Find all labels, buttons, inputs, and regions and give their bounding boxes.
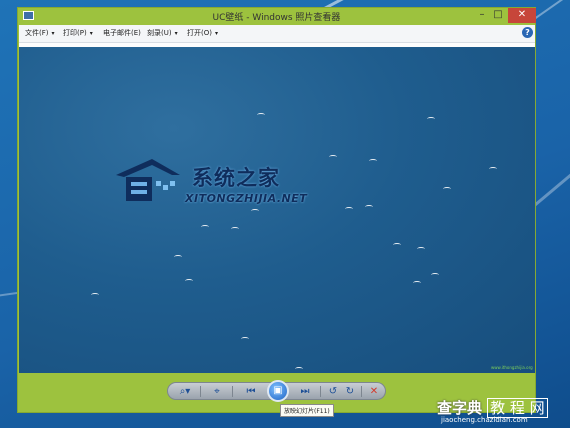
seagull <box>329 155 337 159</box>
seagull <box>185 279 193 283</box>
previous-button[interactable]: ⏮ <box>242 385 260 398</box>
photo-caption: www.ithongzhijia.org <box>491 365 533 370</box>
watermark-url: jiaocheng.chazidian.com <box>441 416 528 424</box>
seagull <box>174 255 182 259</box>
menu-print[interactable]: 打印(P) ▾ <box>63 28 93 38</box>
actual-size-icon[interactable]: ⌖ <box>210 385 224 398</box>
delete-icon[interactable]: ✕ <box>367 385 381 398</box>
menu-print-label: 打印(P) <box>63 29 87 37</box>
maximize-button[interactable]: □ <box>490 8 506 23</box>
seagull <box>489 167 497 171</box>
menu-email[interactable]: 电子邮件(E) <box>103 28 141 38</box>
divider <box>200 386 201 397</box>
seagull <box>345 207 353 211</box>
seagull <box>413 281 421 285</box>
zoom-icon[interactable]: ⌕▾ <box>176 385 194 398</box>
playback-controls: ⌕▾ ⌖ ⏮ ▣ ⏭ ↺ ↻ ✕ <box>167 380 386 402</box>
seagull <box>295 367 303 371</box>
window-title: UC壁纸 - Windows 照片查看器 <box>212 13 341 23</box>
watermark-sub: 教 程 网 <box>487 398 548 418</box>
seagull <box>201 225 209 229</box>
chevron-down-icon: ▾ <box>214 30 218 37</box>
xitongzhijia-logo-icon <box>116 159 180 201</box>
minimize-button[interactable]: – <box>474 8 490 23</box>
divider <box>320 386 321 397</box>
site-watermark: 查字典 教 程 网 <box>437 397 548 418</box>
seagull <box>369 159 377 163</box>
rotate-ccw-icon[interactable]: ↺ <box>326 385 340 398</box>
watermark-main: 查字典 <box>437 399 483 417</box>
help-icon[interactable]: ? <box>522 27 533 38</box>
slideshow-button[interactable]: ▣ <box>267 380 289 402</box>
seagull <box>393 243 401 247</box>
menu-burn-label: 刻录(U) <box>147 29 172 37</box>
seagull <box>91 293 99 297</box>
title-bar[interactable]: UC壁纸 - Windows 照片查看器 – □ ✕ <box>18 8 536 24</box>
menu-open[interactable]: 打开(O) ▾ <box>187 28 218 38</box>
menu-file[interactable]: 文件(F) ▾ <box>25 28 55 38</box>
seagull <box>257 113 265 117</box>
seagull <box>431 273 439 277</box>
chevron-down-icon: ▾ <box>89 30 93 37</box>
rotate-cw-icon[interactable]: ↻ <box>343 385 357 398</box>
displayed-photo: 系统之家 XITONGZHIJIA.NET www.ithongzhijia.o… <box>19 47 535 373</box>
seagull <box>427 117 435 121</box>
menu-bar: 文件(F) ▾ 打印(P) ▾ 电子邮件(E) 刻录(U) ▾ 打开(O) ▾ ? <box>19 25 535 43</box>
seagull <box>251 209 259 213</box>
menu-burn[interactable]: 刻录(U) ▾ <box>147 28 178 38</box>
close-button[interactable]: ✕ <box>508 8 536 23</box>
watermark-logo-text: 系统之家 <box>192 166 280 190</box>
menu-file-label: 文件(F) <box>25 29 49 37</box>
chevron-down-icon: ▾ <box>174 30 178 37</box>
divider <box>232 386 233 397</box>
seagull <box>241 337 249 341</box>
slideshow-tooltip: 放映幻灯片(F11) <box>280 404 334 417</box>
divider <box>361 386 362 397</box>
seagull <box>443 187 451 191</box>
watermark-logo-domain: XITONGZHIJIA.NET <box>185 192 308 205</box>
photo-viewer-window: UC壁纸 - Windows 照片查看器 – □ ✕ 文件(F) ▾ 打印(P) ▾… <box>17 7 536 417</box>
seagull <box>417 247 425 251</box>
menu-open-label: 打开(O) <box>187 29 212 37</box>
menu-email-label: 电子邮件(E) <box>103 29 141 37</box>
seagull <box>231 227 239 231</box>
seagull <box>365 205 373 209</box>
image-viewport[interactable]: 系统之家 XITONGZHIJIA.NET www.ithongzhijia.o… <box>19 43 535 373</box>
chevron-down-icon: ▾ <box>51 30 55 37</box>
next-button[interactable]: ⏭ <box>296 385 314 398</box>
